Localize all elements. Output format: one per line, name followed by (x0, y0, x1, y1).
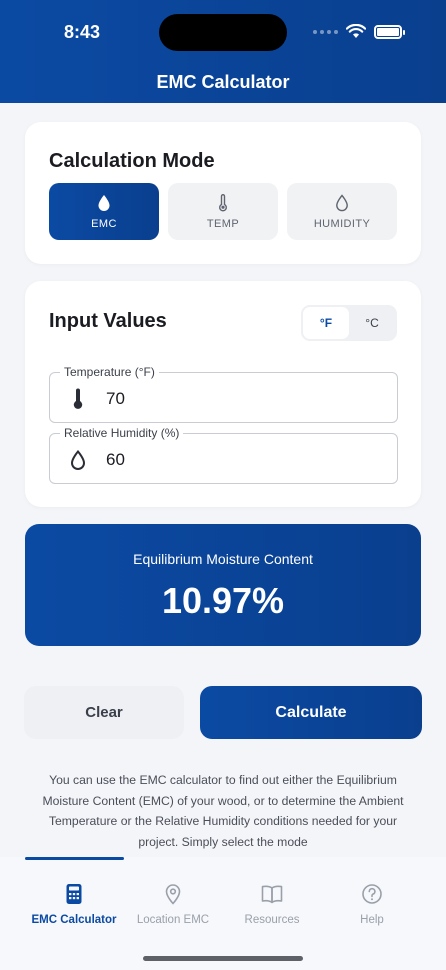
book-icon (261, 885, 283, 904)
mode-temp-button[interactable]: TEMP (168, 183, 278, 240)
status-time: 8:43 (64, 22, 101, 42)
calculation-mode-title: Calculation Mode (49, 150, 215, 172)
droplet-filled-icon (98, 194, 110, 211)
tab-bar: EMC Calculator Location EMC Resources He… (0, 857, 446, 970)
tab-location-emc[interactable]: Location EMC (123, 883, 223, 926)
home-indicator (143, 956, 303, 961)
help-circle-icon (362, 884, 382, 904)
clear-button[interactable]: Clear (24, 686, 184, 739)
temperature-input[interactable]: 70 (106, 389, 125, 409)
humidity-input[interactable]: 60 (106, 450, 125, 470)
active-tab-indicator (25, 857, 124, 860)
droplet-outline-icon (70, 449, 86, 470)
cellular-signal-icon (313, 29, 338, 34)
tab-emc-calculator-label: EMC Calculator (31, 914, 117, 926)
battery-icon (374, 24, 405, 39)
droplet-outline-icon (336, 193, 348, 211)
calculator-icon (66, 884, 82, 904)
thermometer-icon (219, 193, 227, 211)
result-card: Equilibrium Moisture Content 10.97% (25, 524, 421, 646)
calculate-button[interactable]: Calculate (200, 686, 422, 739)
mode-emc-button[interactable]: EMC (49, 183, 159, 240)
humidity-field[interactable]: Relative Humidity (%) 60 (49, 426, 398, 484)
location-pin-icon (165, 884, 181, 905)
tab-resources[interactable]: Resources (222, 883, 322, 926)
description-text: You can use the EMC calculator to find o… (42, 773, 404, 849)
temperature-field-label: Temperature (°F) (60, 365, 159, 379)
thermometer-icon (73, 388, 83, 409)
tab-emc-calculator[interactable]: EMC Calculator (24, 883, 124, 926)
tab-resources-label: Resources (244, 914, 300, 926)
wifi-icon (346, 24, 366, 38)
input-values-title: Input Values (49, 310, 167, 332)
tab-help-label: Help (360, 914, 384, 926)
result-label: Equilibrium Moisture Content (133, 551, 313, 567)
unit-toggle: °F °C (301, 305, 397, 341)
calculation-mode-card: Calculation Mode EMC TEMP HUMIDITY (25, 122, 421, 264)
mode-humidity-label: HUMIDITY (313, 217, 371, 230)
input-values-card: Input Values °F °C Temperature (°F) 70 R… (25, 281, 421, 507)
mode-humidity-button[interactable]: HUMIDITY (287, 183, 397, 240)
app-header: 8:43 EMC Calculator (0, 0, 446, 103)
tab-location-emc-label: Location EMC (136, 914, 210, 926)
tab-help[interactable]: Help (322, 883, 422, 926)
unit-fahrenheit-button[interactable]: °F (303, 307, 349, 339)
temperature-field[interactable]: Temperature (°F) 70 (49, 365, 398, 423)
humidity-field-label: Relative Humidity (%) (60, 426, 184, 440)
dynamic-island (159, 14, 287, 51)
page-title: EMC Calculator (156, 72, 290, 92)
mode-emc-label: EMC (91, 217, 117, 230)
unit-celsius-button[interactable]: °C (349, 307, 395, 339)
mode-temp-label: TEMP (206, 217, 240, 230)
description-container: You can use the EMC calculator to find o… (40, 770, 406, 854)
status-indicators (313, 24, 405, 39)
result-value: 10.97% (161, 580, 285, 621)
